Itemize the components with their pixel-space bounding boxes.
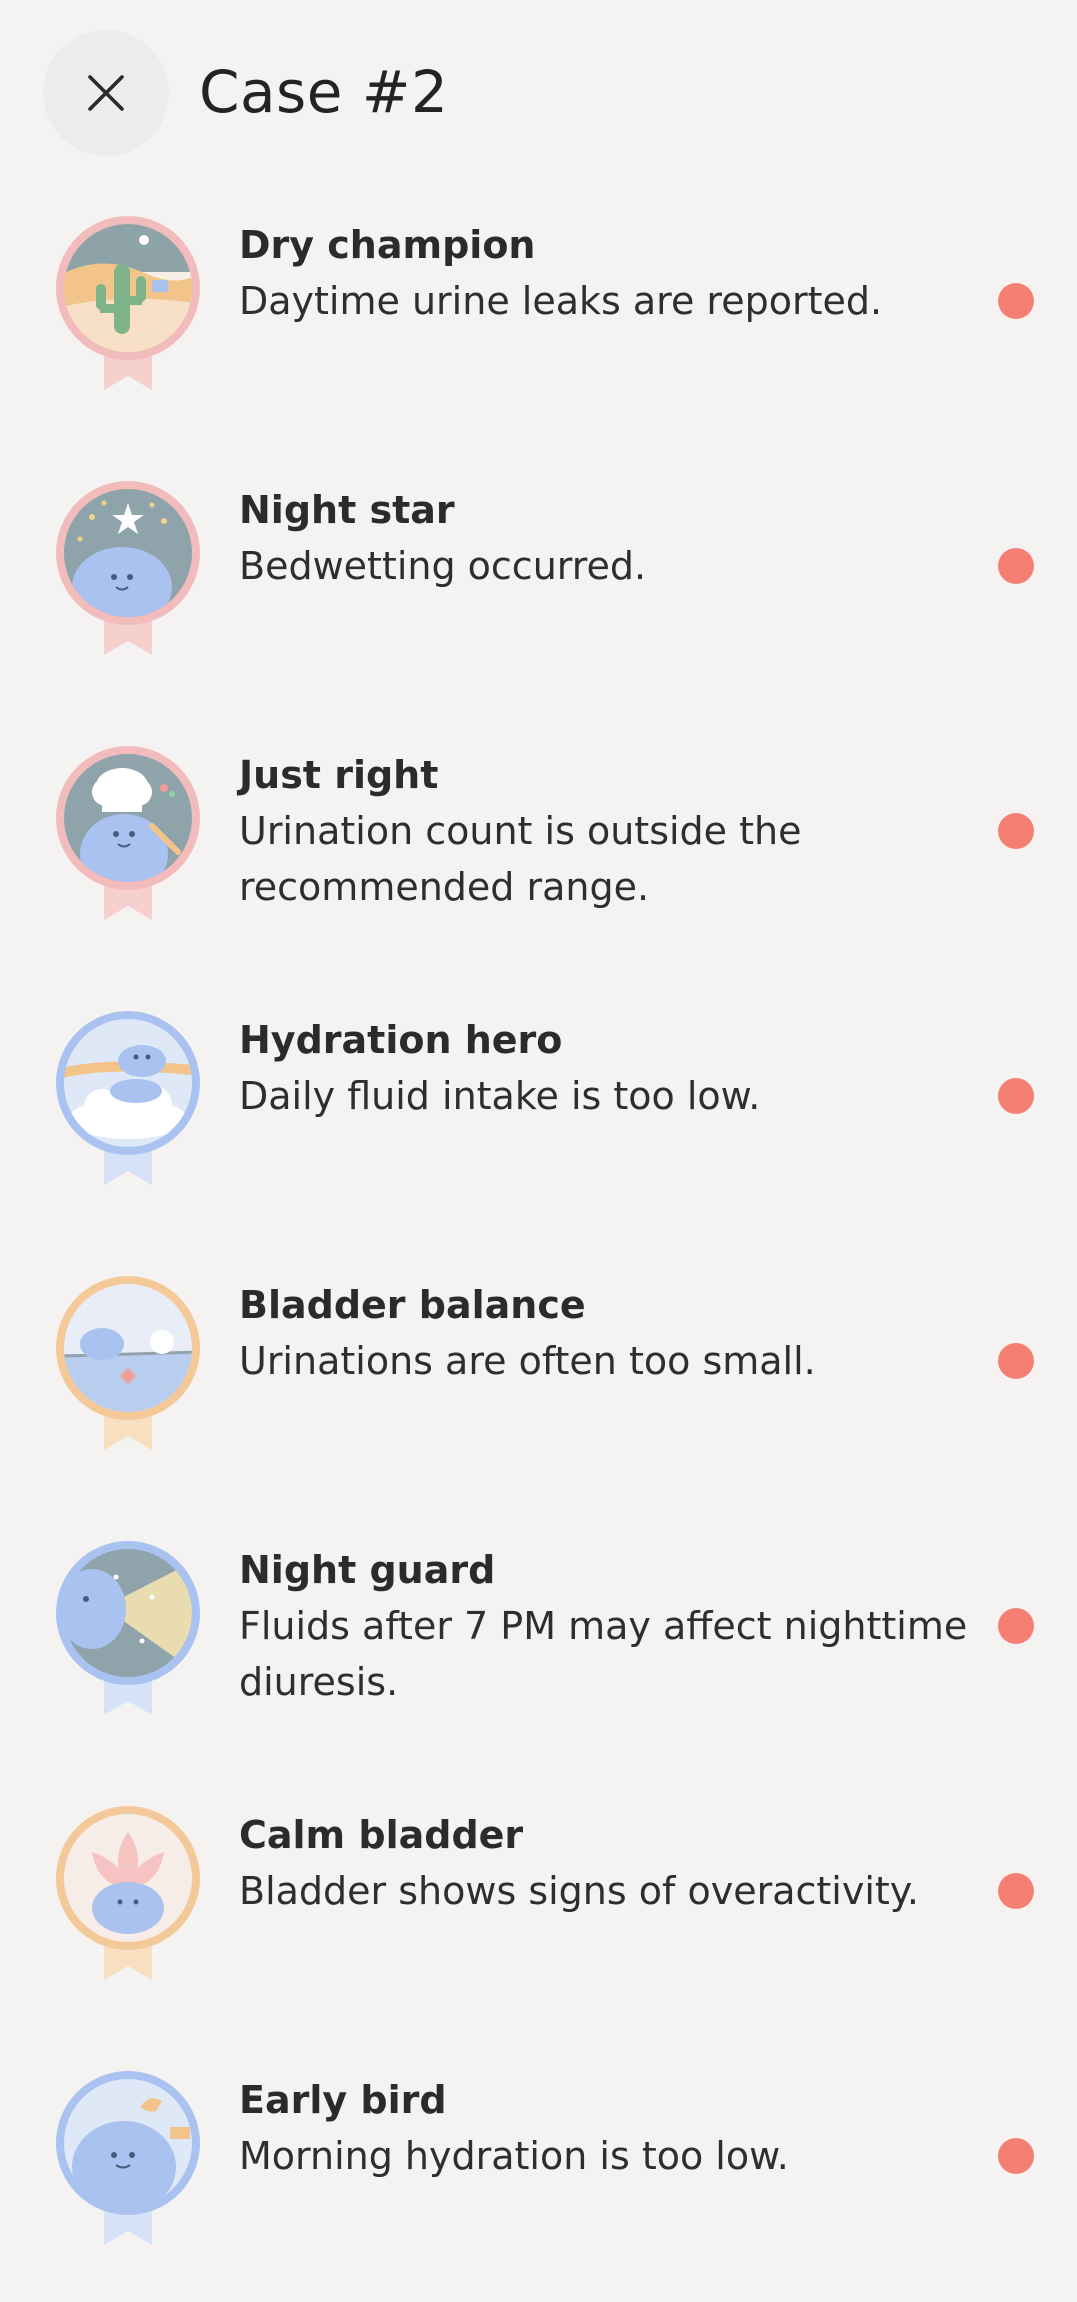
item-title: Night star — [239, 488, 455, 532]
header-bar: Case #2 — [0, 0, 1077, 182]
item-description: Urinations are often too small. — [239, 1339, 816, 1383]
close-icon — [88, 75, 124, 111]
item-title: Calm bladder — [239, 1813, 524, 1857]
list-item-just-right[interactable]: Just right Urination count is outside th… — [0, 712, 1077, 977]
item-title: Bladder balance — [239, 1283, 586, 1327]
list-item-calm-bladder[interactable]: Calm bladder Bladder shows signs of over… — [0, 1772, 1077, 2037]
page-title: Case #2 — [199, 58, 449, 126]
item-description: Fluids after 7 PM may affect nighttime d… — [239, 1604, 968, 1704]
status-dot — [998, 1343, 1034, 1379]
cactus-desert-badge-icon — [52, 212, 204, 402]
item-title: Night guard — [239, 1548, 496, 1592]
item-description: Urination count is outside the recommend… — [239, 809, 802, 909]
cloud-badge-icon — [52, 1007, 204, 1197]
status-dot — [998, 813, 1034, 849]
item-description: Morning hydration is too low. — [239, 2134, 789, 2178]
status-dot — [998, 1873, 1034, 1909]
balance-badge-icon — [52, 1272, 204, 1462]
bird-badge-icon — [52, 2067, 204, 2257]
item-title: Hydration hero — [239, 1018, 563, 1062]
list-item-night-guard[interactable]: Night guard Fluids after 7 PM may affect… — [0, 1507, 1077, 1772]
status-dot — [998, 283, 1034, 319]
item-description: Daytime urine leaks are reported. — [239, 279, 883, 323]
flashlight-badge-icon — [52, 1537, 204, 1727]
item-title: Early bird — [239, 2078, 447, 2122]
item-description: Daily fluid intake is too low. — [239, 1074, 761, 1118]
item-description: Bladder shows signs of overactivity. — [239, 1869, 919, 1913]
status-dot — [998, 548, 1034, 584]
chef-badge-icon — [52, 742, 204, 932]
close-button[interactable] — [43, 30, 169, 156]
item-title: Just right — [239, 753, 439, 797]
lotus-badge-icon — [52, 1802, 204, 1992]
list-item-hydration-hero[interactable]: Hydration hero Daily fluid intake is too… — [0, 977, 1077, 1242]
list-item-early-bird[interactable]: Early bird Morning hydration is too low. — [0, 2037, 1077, 2302]
status-dot — [998, 1078, 1034, 1114]
list-item-night-star[interactable]: Night star Bedwetting occurred. — [0, 447, 1077, 712]
list-item-dry-champion[interactable]: Dry champion Daytime urine leaks are rep… — [0, 182, 1077, 447]
night-star-badge-icon — [52, 477, 204, 667]
item-title: Dry champion — [239, 223, 536, 267]
list-item-bladder-balance[interactable]: Bladder balance Urinations are often too… — [0, 1242, 1077, 1507]
status-dot — [998, 2138, 1034, 2174]
item-description: Bedwetting occurred. — [239, 544, 647, 588]
status-dot — [998, 1608, 1034, 1644]
